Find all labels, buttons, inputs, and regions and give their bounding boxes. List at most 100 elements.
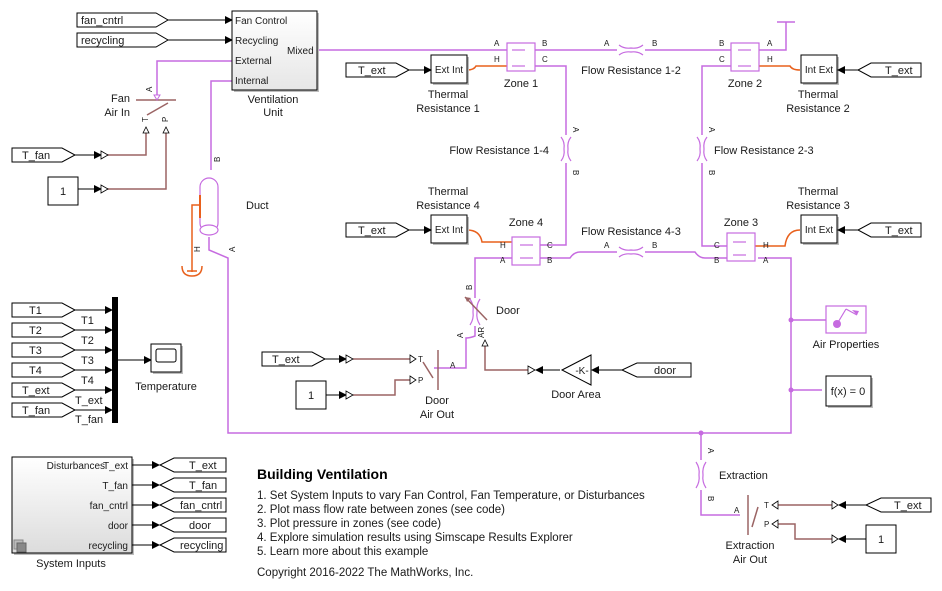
constant-block[interactable]: 1 — [47, 176, 79, 206]
from-t3[interactable]: T3 — [11, 342, 77, 358]
solver-configuration-block[interactable]: f(x) = 0 — [825, 375, 873, 408]
thermal-resistance-4-block[interactable]: Ext Int — [430, 214, 469, 245]
port-label: Ext Int — [435, 225, 464, 236]
constant-value: 1 — [308, 390, 314, 402]
signal-label: T_fan — [75, 414, 103, 426]
mux-block[interactable] — [112, 297, 118, 423]
annotation-link-learn-more[interactable]: 5. Learn more about this example — [257, 546, 428, 558]
from-tag: T_ext — [22, 385, 50, 397]
port-label: B — [542, 39, 547, 48]
from-t-ext-tr4[interactable]: T_ext — [345, 222, 411, 238]
annotation-link-results-explorer[interactable]: 4. Explore simulation results using Sims… — [257, 532, 573, 544]
from-tag: T3 — [29, 345, 42, 357]
goto-recycling[interactable]: recycling — [158, 537, 227, 553]
flow-resistance-1-2-block[interactable]: A B — [604, 39, 657, 56]
flow-resistance-1-4-block[interactable]: A B — [560, 127, 580, 175]
port-label: recycling — [89, 541, 128, 552]
port-label: Int Ext — [805, 225, 834, 236]
connection-doorarea-door[interactable] — [484, 345, 528, 371]
block-label: Thermal — [798, 186, 838, 198]
extraction-block[interactable]: A B — [695, 448, 715, 501]
port-label: C — [719, 55, 725, 64]
connection-zone2-fr23[interactable] — [701, 65, 733, 135]
flow-resistance-4-3-block[interactable]: A B — [604, 241, 657, 258]
from-t-ext-tr1[interactable]: T_ext — [345, 62, 411, 78]
port-label: P — [161, 117, 170, 122]
from-t2[interactable]: T2 — [11, 322, 77, 338]
port-label: fan_cntrl — [90, 501, 128, 512]
goto-door[interactable]: door — [158, 517, 227, 533]
connection-tfan-fan-t[interactable] — [107, 128, 147, 156]
converter-icon — [831, 500, 839, 510]
from-t-fan-scope[interactable]: T_fan — [11, 402, 77, 418]
goto-t-fan[interactable]: T_fan — [158, 477, 227, 493]
thermal-resistance-3-block[interactable]: Int Ext — [800, 214, 839, 245]
from-t-ext-tr3[interactable]: T_ext — [856, 222, 922, 238]
signal-label: T_ext — [75, 395, 103, 407]
connection-const-extraction-p[interactable] — [778, 523, 832, 540]
fan-air-in-block[interactable]: A T P — [136, 86, 176, 134]
zone-3-block[interactable]: C H B A — [714, 232, 769, 265]
from-t4[interactable]: T4 — [11, 362, 77, 378]
connection-duct-a[interactable] — [208, 237, 229, 260]
constant-block[interactable]: 1 — [295, 380, 327, 410]
connection-zone4-door[interactable] — [474, 257, 512, 298]
system-inputs-subsystem[interactable]: Disturbances T_ext T_fan fan_cntrl door … — [11, 456, 134, 555]
from-t-ext-scope[interactable]: T_ext — [11, 382, 77, 398]
connection-const-fan-p[interactable] — [107, 128, 167, 190]
annotation-link-plot-pressure[interactable]: 3. Plot pressure in zones (see code) — [257, 518, 441, 530]
port-label: A — [706, 448, 715, 454]
ventilation-unit-block[interactable]: Fan Control Recycling External Internal … — [231, 10, 319, 92]
block-label: Zone 1 — [504, 78, 538, 90]
port-label: A — [604, 241, 610, 250]
block-label: Thermal — [798, 89, 838, 101]
duct-block[interactable]: B H A — [193, 157, 237, 252]
zone-4-block[interactable]: H C A B — [500, 236, 553, 266]
constant-block[interactable]: 1 — [865, 524, 897, 554]
from-t-fan[interactable]: T_fan — [11, 147, 77, 163]
goto-fan-cntrl[interactable]: fan_cntrl — [158, 497, 227, 513]
arrow-icon — [751, 506, 759, 528]
from-door[interactable]: door — [620, 362, 692, 378]
from-t-ext-tr2[interactable]: T_ext — [856, 62, 922, 78]
from-t1[interactable]: T1 — [11, 302, 77, 318]
goto-t-ext[interactable]: T_ext — [158, 457, 227, 473]
port-label: A — [604, 39, 610, 48]
connection-external-fan[interactable] — [156, 60, 232, 95]
port-label: Mixed — [287, 46, 314, 57]
from-t-ext-extraction[interactable]: T_ext — [864, 497, 932, 513]
block-label: Door — [425, 395, 449, 407]
goto-tag: T_ext — [189, 460, 217, 472]
door-air-out-block[interactable]: T P A — [409, 350, 456, 390]
thermal-resistance-2-block[interactable]: Int Ext — [800, 54, 839, 85]
port-label: T — [141, 117, 150, 122]
door-area-gain-block[interactable]: -K- — [560, 354, 592, 386]
connection-internal-duct[interactable] — [210, 80, 232, 170]
block-label: Resistance 1 — [416, 103, 480, 115]
from-tag: T2 — [29, 325, 42, 337]
connection-fr43-zone3[interactable] — [645, 251, 733, 259]
thermal-resistance-1-block[interactable]: Ext Int — [430, 54, 469, 85]
port-label: Ext Int — [435, 65, 464, 76]
port-label: H — [494, 55, 500, 64]
port-label: C — [542, 55, 548, 64]
temperature-scope-block[interactable] — [150, 343, 183, 374]
extraction-air-out-block[interactable]: A T P — [734, 495, 779, 535]
connection-zone3-tr3[interactable] — [750, 229, 801, 247]
annotation-link-system-inputs[interactable]: 1. Set System Inputs to vary Fan Control… — [257, 490, 645, 502]
connection-zone1-fr14[interactable] — [534, 65, 567, 135]
connection-const-door-p[interactable] — [353, 379, 410, 396]
from-fan-cntrl[interactable]: fan_cntrl — [76, 12, 169, 28]
from-recycling[interactable]: recycling — [76, 32, 169, 48]
air-properties-block[interactable] — [825, 305, 867, 334]
block-label: Temperature — [135, 381, 197, 393]
goto-tag: fan_cntrl — [180, 500, 222, 512]
connection-fr14-zone4[interactable] — [540, 163, 567, 246]
port-label: B — [465, 285, 474, 290]
block-label: Fan — [111, 93, 130, 105]
from-t-ext-door[interactable]: T_ext — [261, 351, 327, 367]
annotation-link-plot-flow[interactable]: 2. Plot mass flow rate between zones (se… — [257, 504, 505, 516]
block-label: Zone 3 — [724, 217, 758, 229]
port-label: P — [418, 376, 423, 385]
converter-icon — [100, 150, 109, 160]
